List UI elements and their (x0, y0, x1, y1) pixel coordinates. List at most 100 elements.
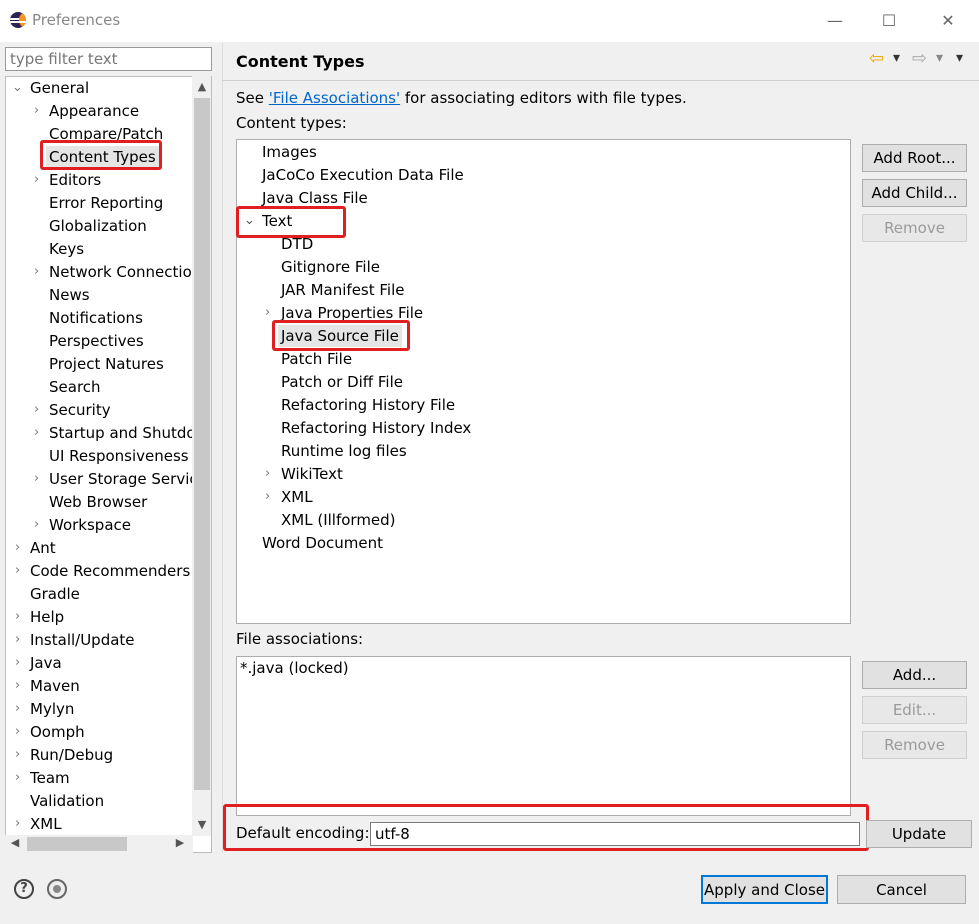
nav-item-maven[interactable]: Maven (30, 675, 80, 697)
nav-item-ant[interactable]: Ant (30, 537, 56, 559)
nav-item-appearance[interactable]: Appearance (49, 100, 139, 122)
nav-item-team[interactable]: Team (30, 767, 70, 789)
nav-item-gradle[interactable]: Gradle (30, 583, 80, 605)
scroll-left-icon[interactable]: ◀ (7, 836, 23, 849)
preference-tree: General Appearance Compare/Patch Content… (5, 76, 212, 853)
help-icon[interactable]: ? (14, 879, 34, 899)
update-button[interactable]: Update (866, 820, 972, 848)
collapsed-icon[interactable]: › (265, 463, 270, 485)
collapsed-icon[interactable]: › (15, 537, 25, 559)
filter-input[interactable] (5, 47, 212, 71)
highlight-box-text (236, 206, 346, 238)
scroll-right-icon[interactable]: ▶ (172, 836, 188, 849)
nav-item-xml[interactable]: XML (30, 813, 62, 835)
collapsed-icon[interactable]: › (265, 486, 270, 508)
nav-item-globalization[interactable]: Globalization (49, 215, 147, 237)
view-menu-icon[interactable]: ▾ (956, 50, 963, 66)
nav-item-run-debug[interactable]: Run/Debug (30, 744, 113, 766)
collapsed-icon[interactable]: › (15, 813, 25, 835)
maximize-button[interactable]: ☐ (874, 6, 904, 36)
ct-item-xml-illformed[interactable]: XML (Illformed) (281, 509, 396, 531)
nav-item-perspectives[interactable]: Perspectives (49, 330, 144, 352)
nav-item-web-browser[interactable]: Web Browser (49, 491, 147, 513)
ct-item-word-document[interactable]: Word Document (262, 532, 383, 554)
add-association-button[interactable]: Add... (862, 661, 967, 689)
nav-item-code-recommenders[interactable]: Code Recommenders (30, 560, 190, 582)
ct-item-runtime-log[interactable]: Runtime log files (281, 440, 407, 462)
nav-item-startup-shutdown[interactable]: Startup and Shutdo (49, 422, 196, 444)
file-association-item[interactable]: *.java (locked) (240, 657, 349, 679)
nav-item-project-natures[interactable]: Project Natures (49, 353, 164, 375)
collapsed-icon[interactable]: › (15, 767, 25, 789)
nav-item-network-connections[interactable]: Network Connectio (49, 261, 192, 283)
back-dropdown-icon[interactable]: ▾ (893, 50, 900, 66)
nav-item-oomph[interactable]: Oomph (30, 721, 85, 743)
highlight-box-encoding (223, 804, 869, 851)
ct-item-jar-manifest[interactable]: JAR Manifest File (281, 279, 405, 301)
ct-item-patch-diff[interactable]: Patch or Diff File (281, 371, 403, 393)
nav-item-validation[interactable]: Validation (30, 790, 104, 812)
remove-association-button[interactable]: Remove (862, 731, 967, 759)
expanded-icon[interactable]: ⌄ (12, 77, 23, 99)
ct-item-refactoring-index[interactable]: Refactoring History Index (281, 417, 471, 439)
cancel-button[interactable]: Cancel (837, 875, 966, 904)
nav-item-mylyn[interactable]: Mylyn (30, 698, 74, 720)
add-child-button[interactable]: Add Child... (862, 179, 967, 207)
file-associations-label: File associations: (236, 630, 364, 648)
collapsed-icon[interactable]: › (15, 629, 25, 651)
collapsed-icon[interactable]: › (265, 302, 270, 324)
ct-item-refactoring-history[interactable]: Refactoring History File (281, 394, 455, 416)
file-associations-list: *.java (locked) (236, 656, 851, 816)
nav-item-user-storage[interactable]: User Storage Servic (49, 468, 198, 490)
forward-icon[interactable]: ⇨ (912, 48, 927, 69)
nav-item-error-reporting[interactable]: Error Reporting (49, 192, 163, 214)
add-root-button[interactable]: Add Root... (862, 144, 967, 172)
collapsed-icon[interactable]: › (34, 468, 44, 490)
minimize-button[interactable]: — (820, 6, 850, 36)
ct-item-wikitext[interactable]: WikiText (281, 463, 343, 485)
collapsed-icon[interactable]: › (15, 744, 25, 766)
ct-item-gitignore[interactable]: Gitignore File (281, 256, 380, 278)
nav-item-news[interactable]: News (49, 284, 90, 306)
ct-item-xml[interactable]: XML (281, 486, 313, 508)
close-button[interactable]: ✕ (933, 6, 963, 36)
nav-item-general[interactable]: General (30, 77, 89, 99)
highlight-box-java-source (272, 320, 410, 351)
collapsed-icon[interactable]: › (34, 261, 44, 283)
collapsed-icon[interactable]: › (34, 399, 44, 421)
collapsed-icon[interactable]: › (34, 169, 44, 191)
vertical-scroll-thumb[interactable] (194, 98, 210, 790)
nav-item-notifications[interactable]: Notifications (49, 307, 143, 329)
nav-item-ui-responsiveness[interactable]: UI Responsiveness M (49, 445, 206, 467)
nav-item-security[interactable]: Security (49, 399, 111, 421)
edit-association-button[interactable]: Edit... (862, 696, 967, 724)
collapsed-icon[interactable]: › (15, 652, 25, 674)
nav-item-search[interactable]: Search (49, 376, 101, 398)
collapsed-icon[interactable]: › (15, 560, 25, 582)
ct-item-jacoco[interactable]: JaCoCo Execution Data File (262, 164, 464, 186)
back-icon[interactable]: ⇦ (869, 48, 884, 69)
collapsed-icon[interactable]: › (15, 675, 25, 697)
collapsed-icon[interactable]: › (34, 514, 44, 536)
remove-content-type-button[interactable]: Remove (862, 214, 967, 242)
collapsed-icon[interactable]: › (15, 721, 25, 743)
collapsed-icon[interactable]: › (15, 698, 25, 720)
file-associations-link[interactable]: 'File Associations' (269, 89, 400, 107)
import-export-icon[interactable] (47, 879, 67, 899)
nav-item-java[interactable]: Java (30, 652, 62, 674)
nav-item-help[interactable]: Help (30, 606, 64, 628)
ct-item-patch[interactable]: Patch File (281, 348, 352, 370)
collapsed-icon[interactable]: › (34, 100, 44, 122)
forward-dropdown-icon[interactable]: ▾ (936, 50, 943, 66)
collapsed-icon[interactable]: › (34, 422, 44, 444)
ct-item-images[interactable]: Images (262, 141, 317, 163)
apply-and-close-button[interactable]: Apply and Close (701, 875, 828, 904)
scroll-up-icon[interactable]: ▲ (194, 80, 210, 93)
nav-item-install-update[interactable]: Install/Update (30, 629, 135, 651)
nav-item-keys[interactable]: Keys (49, 238, 84, 260)
nav-item-editors[interactable]: Editors (49, 169, 101, 191)
horizontal-scroll-thumb[interactable] (27, 837, 127, 851)
collapsed-icon[interactable]: › (15, 606, 25, 628)
scroll-down-icon[interactable]: ▼ (194, 818, 210, 831)
nav-item-workspace[interactable]: Workspace (49, 514, 131, 536)
